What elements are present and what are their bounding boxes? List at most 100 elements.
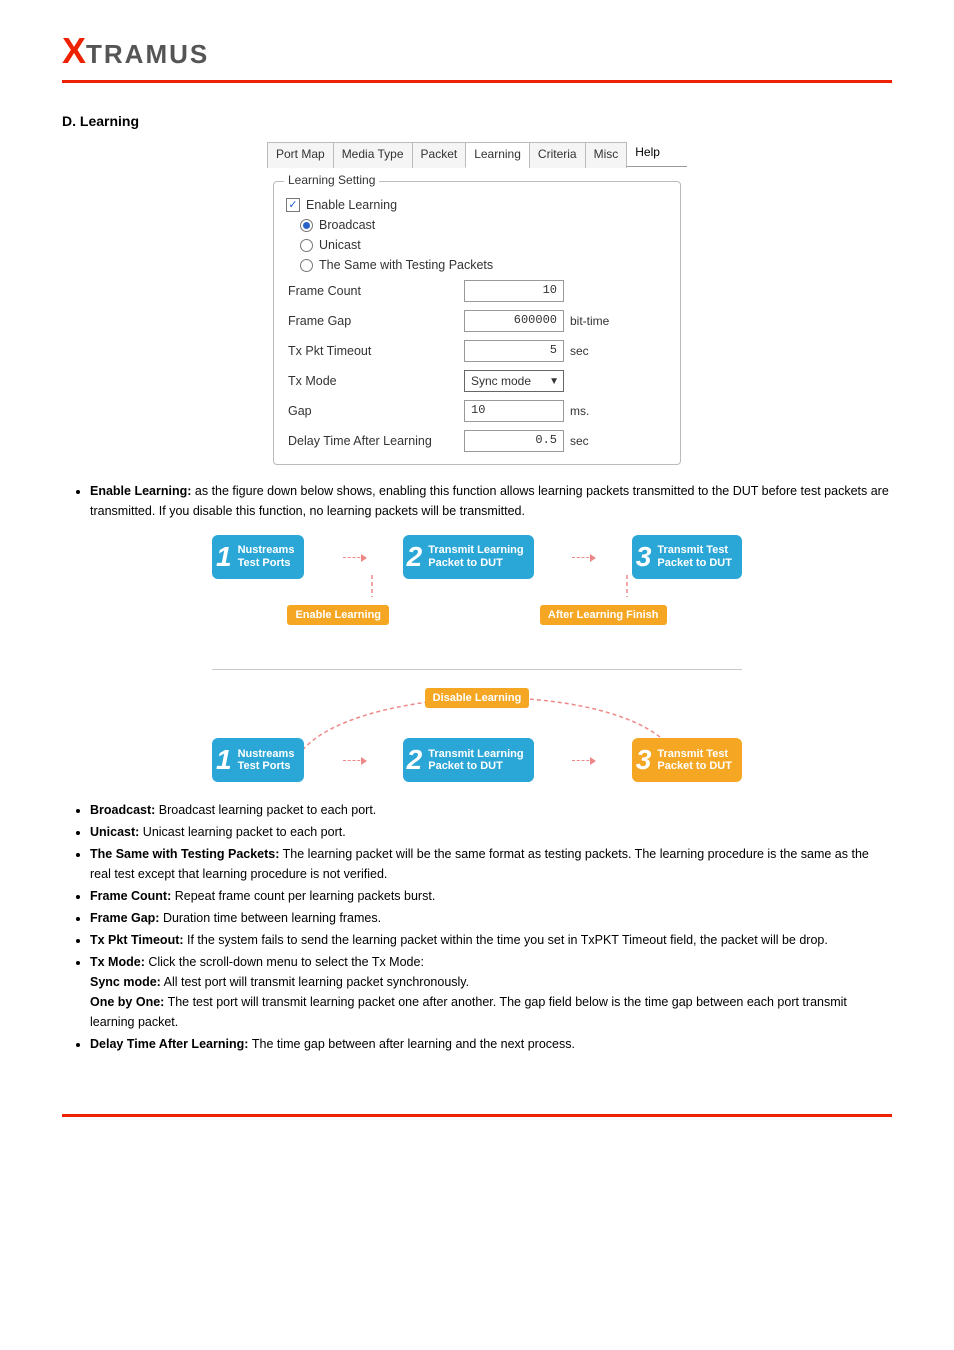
- bullet-broadcast: Broadcast: Broadcast learning packet to …: [90, 800, 892, 820]
- radio-icon: [300, 239, 313, 252]
- bullet-tx-timeout: Tx Pkt Timeout: If the system fails to s…: [90, 930, 892, 950]
- tab-port-map[interactable]: Port Map: [267, 142, 334, 168]
- flow-box-3-label: Transmit Test Packet to DUT: [657, 544, 732, 569]
- bullet-tx-mode-one: One by One: The test port will transmit …: [90, 992, 892, 1032]
- delay-after-label: Delay Time After Learning: [288, 434, 458, 448]
- bullet-unicast-head: Unicast:: [90, 825, 143, 839]
- delay-after-input[interactable]: 0.5: [464, 430, 564, 452]
- tab-criteria[interactable]: Criteria: [529, 142, 586, 168]
- radio-same-label: The Same with Testing Packets: [319, 258, 493, 272]
- radio-same-as-testing[interactable]: The Same with Testing Packets: [300, 258, 668, 272]
- tx-mode-select[interactable]: Sync mode ▼: [464, 370, 564, 392]
- flow-row-mid: Enable Learning After Learning Finish: [212, 605, 742, 625]
- bullet-same-head: The Same with Testing Packets:: [90, 847, 279, 861]
- gap-label: Gap: [288, 404, 458, 418]
- bullet-sync-head: Sync mode:: [90, 975, 161, 989]
- tx-mode-label: Tx Mode: [288, 374, 458, 388]
- bullet-frame-count: Frame Count: Repeat frame count per lear…: [90, 886, 892, 906]
- frame-gap-input[interactable]: 600000: [464, 310, 564, 332]
- bullet-list-top: Enable Learning: as the figure down belo…: [62, 481, 892, 521]
- arrow-icon: [572, 557, 594, 558]
- tab-misc[interactable]: Misc: [585, 142, 628, 168]
- radio-broadcast[interactable]: Broadcast: [300, 218, 668, 232]
- row-delay-after-learning: Delay Time After Learning 0.5 sec: [288, 430, 668, 452]
- brand-logo: X TRAMUS: [62, 30, 892, 72]
- radio-broadcast-label: Broadcast: [319, 218, 375, 232]
- arrow-icon: [343, 557, 365, 558]
- flow-box-2b-label: Transmit Learning Packet to DUT: [428, 748, 523, 773]
- checkbox-icon: ✓: [286, 198, 300, 212]
- header-rule: [62, 80, 892, 83]
- fieldset-legend: Learning Setting: [284, 173, 379, 187]
- flow-box-1b: 1Nustreams Test Ports: [212, 738, 304, 782]
- gap-unit: ms.: [570, 404, 630, 418]
- bullet-frame-count-head: Frame Count:: [90, 889, 175, 903]
- tab-media-type[interactable]: Media Type: [333, 142, 413, 168]
- frame-gap-unit: bit-time: [570, 314, 630, 328]
- frame-count-label: Frame Count: [288, 284, 458, 298]
- row-tx-pkt-timeout: Tx Pkt Timeout 5 sec: [288, 340, 668, 362]
- tab-learning[interactable]: Learning: [465, 142, 530, 168]
- flow-label-enable: Enable Learning: [287, 605, 389, 625]
- bullet-frame-count-body: Repeat frame count per learning packets …: [175, 889, 436, 903]
- delay-after-unit: sec: [570, 434, 630, 448]
- row-frame-count: Frame Count 10: [288, 280, 668, 302]
- chevron-down-icon: ▼: [549, 376, 559, 387]
- radio-unicast-label: Unicast: [319, 238, 361, 252]
- bullet-enable-body: as the figure down below shows, enabling…: [90, 484, 889, 518]
- flow-row-top: 1Nustreams Test Ports 2Transmit Learning…: [212, 535, 742, 579]
- bullet-unicast: Unicast: Unicast learning packet to each…: [90, 822, 892, 842]
- footer-rule: [62, 1114, 892, 1117]
- bullet-enable-head: Enable Learning:: [90, 484, 195, 498]
- enable-learning-checkbox-row[interactable]: ✓ Enable Learning: [286, 198, 668, 212]
- bullet-unicast-body: Unicast learning packet to each port.: [143, 825, 346, 839]
- bullet-one-body: The test port will transmit learning pac…: [90, 995, 847, 1029]
- bullet-broadcast-body: Broadcast learning packet to each port.: [159, 803, 377, 817]
- flow-box-3b-label: Transmit Test Packet to DUT: [657, 748, 732, 773]
- flow-box-1: 1Nustreams Test Ports: [212, 535, 304, 579]
- bullet-delay: Delay Time After Learning: The time gap …: [90, 1034, 892, 1054]
- frame-gap-label: Frame Gap: [288, 314, 458, 328]
- arrow-icon: [572, 760, 594, 761]
- bullet-delay-head: Delay Time After Learning:: [90, 1037, 252, 1051]
- flow-separator: [212, 669, 742, 670]
- bullet-tx-timeout-body: If the system fails to send the learning…: [187, 933, 828, 947]
- bullet-same: The Same with Testing Packets: The learn…: [90, 844, 892, 884]
- flow-box-1b-label: Nustreams Test Ports: [238, 748, 295, 773]
- arrow-icon: [343, 760, 365, 761]
- bullet-list-bottom: Broadcast: Broadcast learning packet to …: [62, 800, 892, 1054]
- bullet-tx-timeout-head: Tx Pkt Timeout:: [90, 933, 187, 947]
- settings-panel-figure: Port Map Media Type Packet Learning Crit…: [267, 141, 687, 465]
- flow-box-3: 3Transmit Test Packet to DUT: [632, 535, 742, 579]
- bullet-frame-gap-body: Duration time between learning frames.: [163, 911, 381, 925]
- tx-pkt-timeout-label: Tx Pkt Timeout: [288, 344, 458, 358]
- frame-count-input[interactable]: 10: [464, 280, 564, 302]
- tab-packet[interactable]: Packet: [412, 142, 467, 168]
- radio-icon: [300, 259, 313, 272]
- flow-box-3b: 3Transmit Test Packet to DUT: [632, 738, 742, 782]
- flow-box-1-label: Nustreams Test Ports: [238, 544, 295, 569]
- bullet-sync-body: All test port will transmit learning pac…: [161, 975, 469, 989]
- enable-learning-label: Enable Learning: [306, 198, 397, 212]
- tx-pkt-timeout-unit: sec: [570, 344, 630, 358]
- tab-help[interactable]: Help: [627, 141, 668, 166]
- row-gap: Gap 10 ms.: [288, 400, 668, 422]
- connector-svg: [212, 575, 742, 605]
- tx-pkt-timeout-input[interactable]: 5: [464, 340, 564, 362]
- bullet-frame-gap: Frame Gap: Duration time between learnin…: [90, 908, 892, 928]
- flow-row-bottom: 1Nustreams Test Ports 2Transmit Learning…: [212, 738, 742, 782]
- section-heading: D. Learning: [62, 113, 892, 129]
- bullet-tx-mode-head: Tx Mode:: [90, 955, 148, 969]
- flow-row-disable: Disable Learning: [212, 688, 742, 708]
- flow-box-2: 2Transmit Learning Packet to DUT: [403, 535, 534, 579]
- flow-label-after: After Learning Finish: [540, 605, 667, 625]
- flow-box-2b: 2Transmit Learning Packet to DUT: [403, 738, 534, 782]
- bullet-frame-gap-head: Frame Gap:: [90, 911, 163, 925]
- tx-mode-value: Sync mode: [471, 374, 531, 388]
- bullet-broadcast-head: Broadcast:: [90, 803, 159, 817]
- flow-diagram: 1Nustreams Test Ports 2Transmit Learning…: [212, 535, 742, 782]
- bullet-delay-body: The time gap between after learning and …: [252, 1037, 575, 1051]
- radio-unicast[interactable]: Unicast: [300, 238, 668, 252]
- bullet-enable-learning: Enable Learning: as the figure down belo…: [90, 481, 892, 521]
- gap-input[interactable]: 10: [464, 400, 564, 422]
